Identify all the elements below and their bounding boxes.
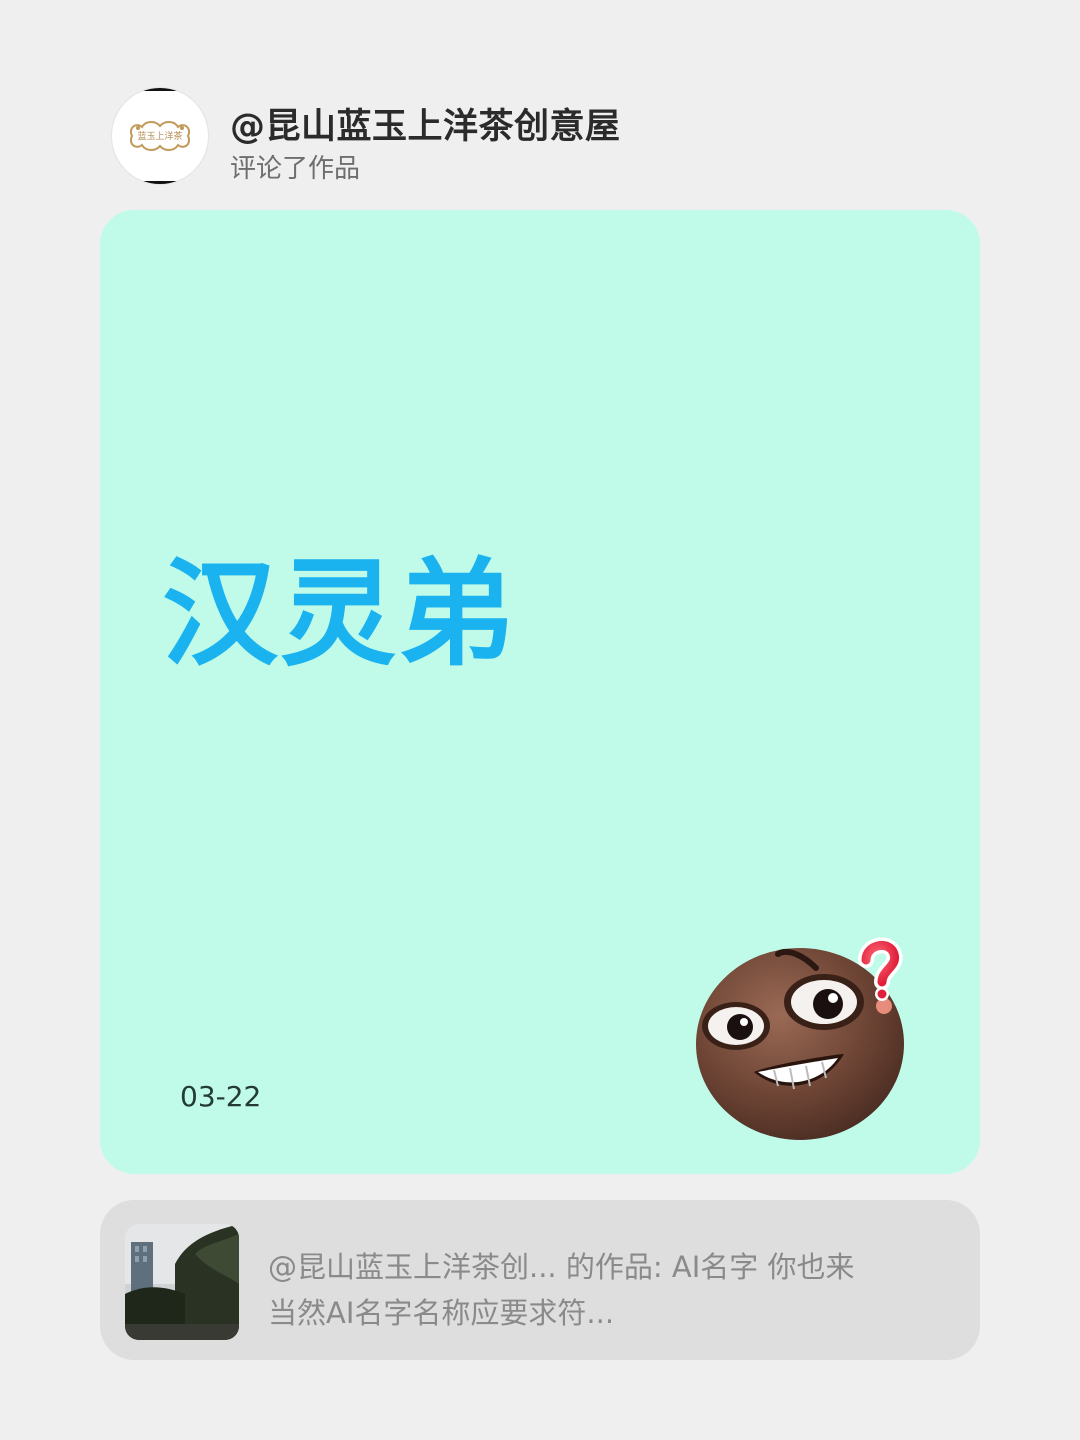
avatar-rim-decoration — [142, 181, 178, 184]
comment-date: 03-22 — [180, 1080, 262, 1113]
referenced-work-bar[interactable]: @昆山蓝玉上洋茶创... 的作品: AI名字 你也来 当然AI名字名称应要求符.… — [100, 1200, 980, 1360]
confused-grin-emoji-icon — [696, 937, 904, 1140]
referenced-work-title: @昆山蓝玉上洋茶创... 的作品: AI名字 你也来 — [268, 1250, 855, 1284]
comment-card: 汉灵弟 03-22 — [100, 210, 980, 1174]
comment-header: 蓝玉上洋茶 @昆山蓝玉上洋茶创意屋 评论了作品 — [112, 88, 1012, 188]
work-thumbnail[interactable] — [125, 1224, 239, 1340]
avatar-logo-text: 蓝玉上洋茶 — [137, 132, 183, 142]
work-thumbnail-image — [125, 1224, 239, 1340]
avatar[interactable]: 蓝玉上洋茶 — [112, 88, 208, 184]
avatar-rim-decoration — [142, 88, 178, 91]
comment-text: 汉灵弟 — [162, 547, 516, 682]
user-name[interactable]: @昆山蓝玉上洋茶创意屋 — [230, 98, 621, 149]
action-text: 评论了作品 — [230, 154, 361, 184]
referenced-work-excerpt: 当然AI名字名称应要求符... — [268, 1296, 615, 1330]
